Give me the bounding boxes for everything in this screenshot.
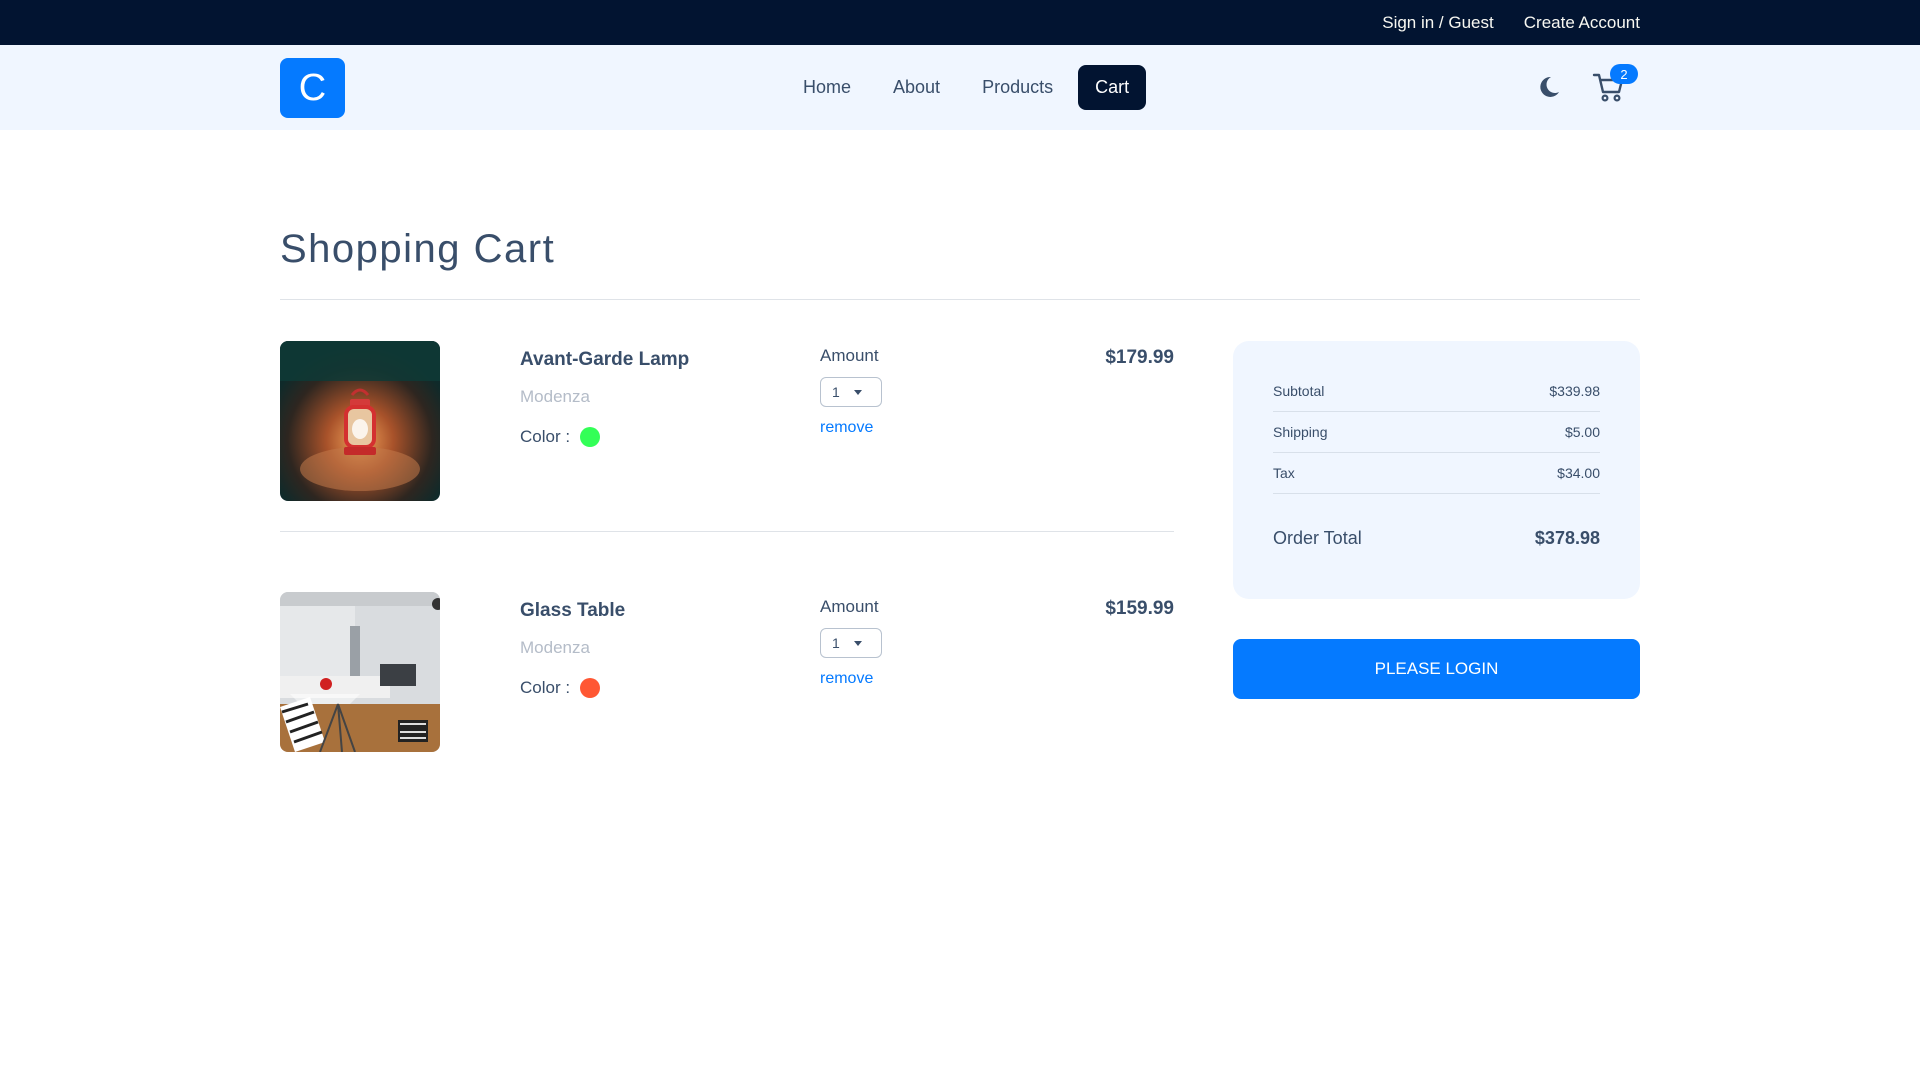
shipping-label: Shipping	[1273, 424, 1328, 440]
product-name: Glass Table	[520, 600, 626, 621]
page-title: Shopping Cart	[280, 227, 556, 271]
nav-link-cart[interactable]: Cart	[1078, 65, 1147, 110]
sign-in-link[interactable]: Sign in / Guest	[1382, 13, 1494, 33]
order-total-row: Order Total $378.98	[1273, 494, 1600, 582]
product-company: Modenza	[520, 638, 590, 657]
product-color: Color :	[520, 678, 601, 698]
caret-down-icon	[854, 641, 862, 646]
tax-row: Tax $34.00	[1273, 453, 1600, 494]
title-divider	[280, 299, 1640, 300]
navbar: C Home About Products Cart 2	[0, 45, 1920, 130]
subtotal-label: Subtotal	[1273, 383, 1325, 399]
color-label: Color :	[520, 678, 571, 697]
cart-item: Glass Table Modenza Color : Amount 1 rem…	[280, 592, 1174, 792]
color-swatch	[580, 427, 601, 447]
product-price: $159.99	[1105, 598, 1174, 619]
order-total-value: $378.98	[1534, 527, 1600, 548]
amount-value: 1	[832, 635, 840, 651]
amount-select[interactable]: 1	[820, 377, 882, 407]
color-label: Color :	[520, 427, 571, 446]
auth-links: Sign in / Guest Create Account	[1382, 0, 1640, 45]
color-swatch	[580, 678, 601, 698]
caret-down-icon	[854, 390, 862, 395]
cart-count-badge: 2	[1610, 64, 1638, 84]
logo[interactable]: C	[280, 58, 345, 118]
create-account-link[interactable]: Create Account	[1524, 13, 1640, 33]
subtotal-row: Subtotal $339.98	[1273, 371, 1600, 412]
cart-item: Avant-Garde Lamp Modenza Color : Amount …	[280, 341, 1174, 541]
tax-label: Tax	[1273, 465, 1295, 481]
product-company: Modenza	[520, 387, 590, 406]
moon-icon[interactable]	[1536, 74, 1562, 100]
nav-link-home[interactable]: Home	[786, 65, 868, 110]
shipping-value: $5.00	[1564, 424, 1600, 440]
please-login-button[interactable]: PLEASE LOGIN	[1233, 639, 1640, 699]
nav-link-products[interactable]: Products	[965, 65, 1070, 110]
remove-button[interactable]: remove	[820, 670, 873, 688]
shipping-row: Shipping $5.00	[1273, 412, 1600, 453]
remove-button[interactable]: remove	[820, 419, 873, 437]
product-image-table	[280, 592, 440, 752]
item-divider	[280, 531, 1174, 532]
amount-label: Amount	[820, 597, 879, 616]
nav-link-about[interactable]: About	[876, 65, 957, 110]
subtotal-value: $339.98	[1549, 383, 1600, 399]
amount-select[interactable]: 1	[820, 628, 882, 658]
product-name: Avant-Garde Lamp	[520, 349, 690, 370]
amount-value: 1	[832, 384, 840, 400]
product-color: Color :	[520, 427, 601, 447]
top-bar: Sign in / Guest Create Account	[0, 0, 1920, 45]
tax-value: $34.00	[1557, 465, 1600, 481]
order-summary: Subtotal $339.98 Shipping $5.00 Tax $34.…	[1233, 341, 1640, 599]
product-image-lamp	[280, 341, 440, 501]
order-total-label: Order Total	[1273, 527, 1362, 548]
amount-label: Amount	[820, 346, 879, 365]
nav-links: Home About Products Cart	[786, 65, 1147, 110]
product-price: $179.99	[1105, 347, 1174, 368]
